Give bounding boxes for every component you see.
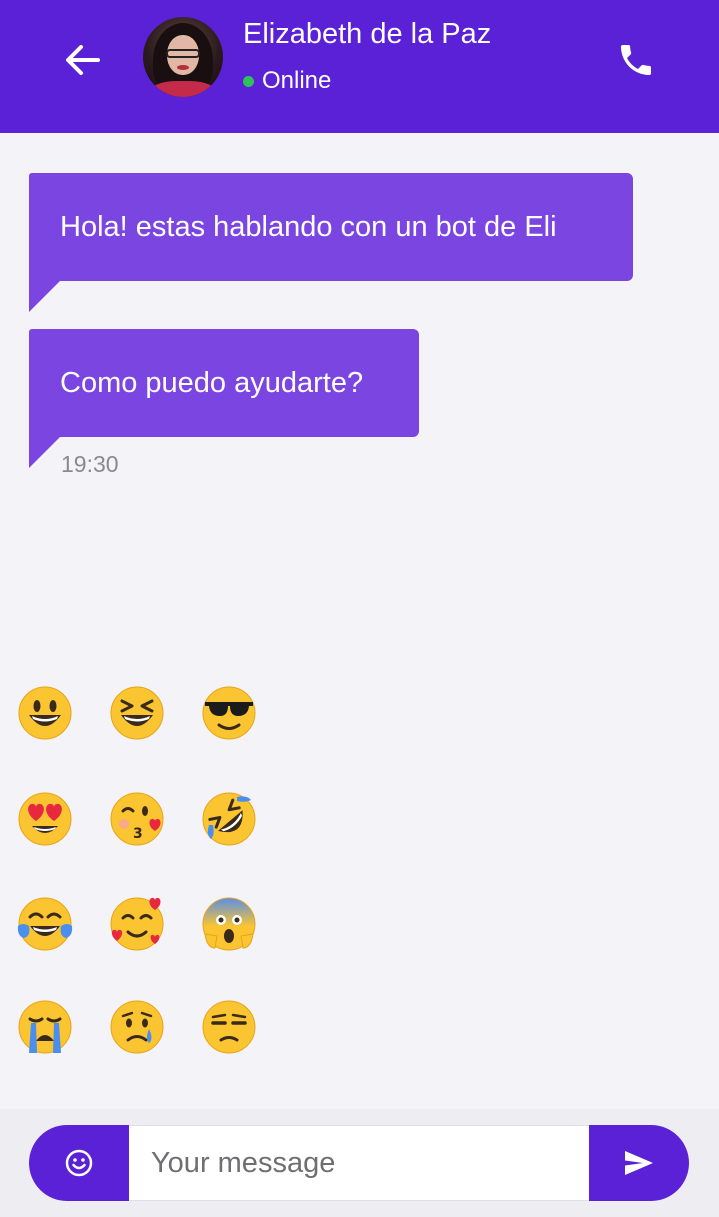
online-dot-icon	[243, 75, 254, 87]
laughing-squinting-face-icon	[110, 686, 164, 740]
message-text: Como puedo ayudarte?	[60, 366, 364, 399]
screaming-in-fear-face-icon	[202, 897, 256, 951]
loudly-crying-face-emoji[interactable]	[16, 998, 74, 1056]
send-icon	[625, 1151, 653, 1175]
kissing-heart-face-emoji[interactable]: 3	[108, 790, 166, 848]
back-button[interactable]	[58, 38, 106, 82]
rolling-on-floor-laughing-face-emoji[interactable]	[200, 790, 258, 848]
message-bubble: Como puedo ayudarte?	[29, 329, 419, 468]
sunglasses-face-emoji[interactable]	[200, 684, 258, 742]
heart-eyes-face-icon	[18, 792, 72, 846]
grinning-face-emoji[interactable]	[16, 684, 74, 742]
send-button[interactable]	[589, 1125, 689, 1201]
tears-of-joy-face-icon	[17, 897, 73, 951]
chat-header: Elizabeth de la Paz Online	[0, 0, 719, 133]
tears-of-joy-face-emoji[interactable]	[16, 895, 74, 953]
status-label: Online	[262, 67, 332, 94]
sunglasses-face-icon	[202, 686, 256, 740]
crying-face-icon	[110, 1000, 164, 1054]
grinning-face-icon	[18, 686, 72, 740]
svg-text:3: 3	[133, 826, 143, 842]
message-timestamp: 19:30	[61, 451, 119, 477]
smiling-face-with-hearts-emoji[interactable]	[108, 895, 166, 953]
loudly-crying-face-icon	[18, 1000, 72, 1054]
contact-name: Elizabeth de la Paz	[243, 18, 492, 50]
message-input[interactable]	[129, 1125, 589, 1201]
screaming-in-fear-face-emoji[interactable]	[200, 895, 258, 953]
message-text: Hola! estas hablando con un bot de Eli	[60, 210, 557, 243]
unamused-face-icon	[202, 1000, 256, 1054]
call-button[interactable]	[610, 34, 662, 86]
smiling-face-with-hearts-icon	[110, 897, 164, 951]
arrow-left-icon	[66, 45, 100, 75]
smiley-icon	[65, 1149, 93, 1177]
bubble-tail	[29, 437, 60, 468]
phone-icon	[621, 45, 651, 75]
heart-eyes-face-emoji[interactable]	[16, 790, 74, 848]
message-bubble: Hola! estas hablando con un bot de Eli	[29, 173, 633, 312]
emoji-toggle-button[interactable]	[29, 1125, 129, 1201]
bubble-tail	[29, 281, 60, 312]
unamused-face-emoji[interactable]	[200, 998, 258, 1056]
avatar[interactable]	[143, 17, 223, 97]
laughing-squinting-face-emoji[interactable]	[108, 684, 166, 742]
crying-face-emoji[interactable]	[108, 998, 166, 1056]
kissing-heart-face-icon: 3	[110, 792, 164, 846]
online-status: Online	[243, 66, 331, 96]
rolling-on-floor-laughing-face-icon	[202, 792, 256, 846]
